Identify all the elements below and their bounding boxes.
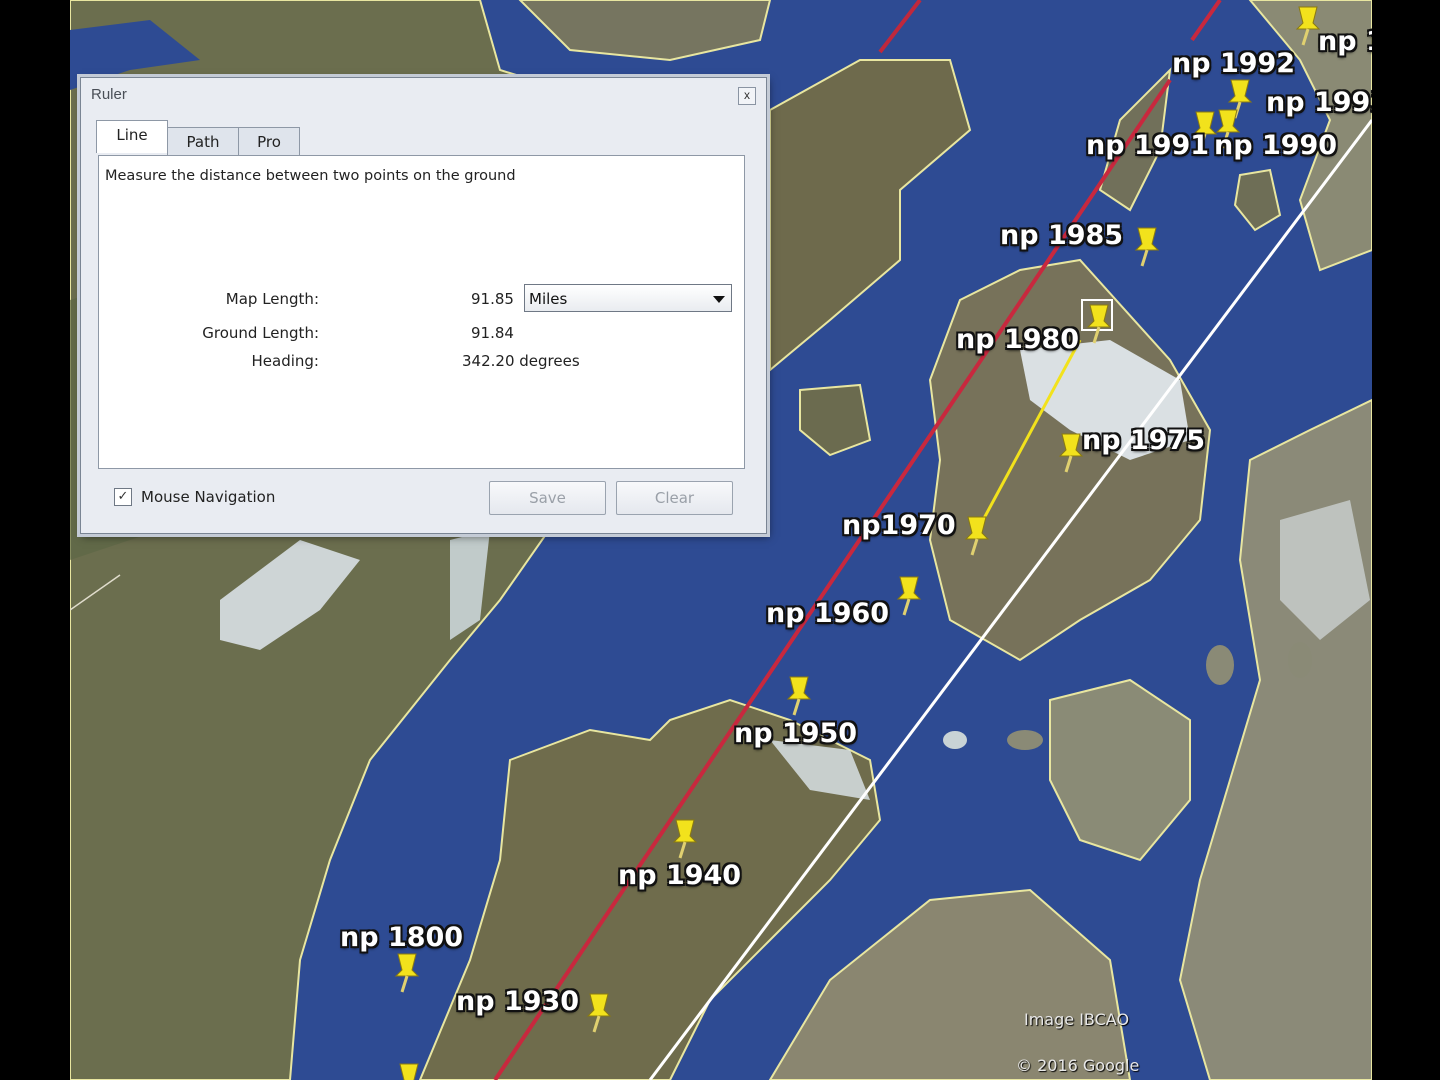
islet [943, 731, 967, 749]
heading-label: Heading: [251, 352, 319, 370]
placemark-label[interactable]: np 1800 [340, 922, 463, 953]
units-selected-value: Miles [529, 290, 568, 308]
placemark-label[interactable]: np 1930 [456, 986, 579, 1017]
heading-value: 342.20 degrees [462, 352, 580, 370]
pushpin-icon[interactable] [394, 1062, 424, 1080]
placemark-label[interactable]: np 1940 [618, 860, 741, 891]
pushpin-icon[interactable] [784, 675, 814, 717]
placemark-label[interactable]: np 1950 [734, 718, 857, 749]
tab-pro[interactable]: Pro [238, 127, 300, 156]
islet [1206, 645, 1234, 685]
ruler-description: Measure the distance between two points … [105, 168, 516, 184]
placemark-label[interactable]: np1970 [842, 510, 956, 541]
placemark-label[interactable]: np 1985 [1000, 220, 1123, 251]
mouse-navigation-label: Mouse Navigation [141, 488, 276, 506]
ground-length-label: Ground Length: [202, 324, 319, 342]
placemark-label[interactable]: np 1960 [766, 598, 889, 629]
placemark-label[interactable]: np 1993 [1266, 87, 1372, 118]
pushpin-icon[interactable] [1084, 303, 1114, 345]
units-select[interactable]: Miles [524, 284, 732, 312]
islet [1007, 730, 1043, 750]
pushpin-icon[interactable] [392, 952, 422, 994]
line-tab-panel: Measure the distance between two points … [98, 155, 745, 469]
placemark-label[interactable]: np 1990 [1214, 130, 1337, 161]
map-length-value: 91.85 [471, 290, 514, 308]
tab-line[interactable]: Line [96, 120, 168, 153]
islet [1288, 642, 1312, 678]
pushpin-icon[interactable] [962, 515, 992, 557]
map-length-label: Map Length: [225, 290, 319, 308]
pushpin-icon[interactable] [584, 992, 614, 1034]
imagery-credit: Image IBCAO [1024, 1010, 1130, 1029]
placemark-label[interactable]: np 1991 [1086, 130, 1209, 161]
pushpin-icon[interactable] [670, 818, 700, 860]
ground-length-value: 91.84 [471, 324, 514, 342]
mouse-navigation-checkbox[interactable]: ✓ [114, 488, 132, 506]
placemark-label[interactable]: np 1975 [1082, 425, 1205, 456]
chevron-down-icon[interactable] [713, 296, 725, 303]
clear-button[interactable]: Clear [616, 481, 733, 515]
right-letterbox [1372, 0, 1440, 1080]
save-button[interactable]: Save [489, 481, 606, 515]
pushpin-icon[interactable] [1132, 226, 1162, 268]
placemark-label[interactable]: np 199 [1318, 26, 1372, 57]
pushpin-icon[interactable] [894, 575, 924, 617]
copyright-credit: © 2016 Google [1016, 1056, 1140, 1075]
left-letterbox [0, 0, 70, 1080]
placemark-label[interactable]: np 1980 [956, 324, 1079, 355]
placemark-label[interactable]: np 1992 [1172, 48, 1295, 79]
dialog-title: Ruler [91, 86, 127, 103]
close-icon[interactable]: x [738, 87, 756, 105]
tab-path[interactable]: Path [167, 127, 239, 156]
